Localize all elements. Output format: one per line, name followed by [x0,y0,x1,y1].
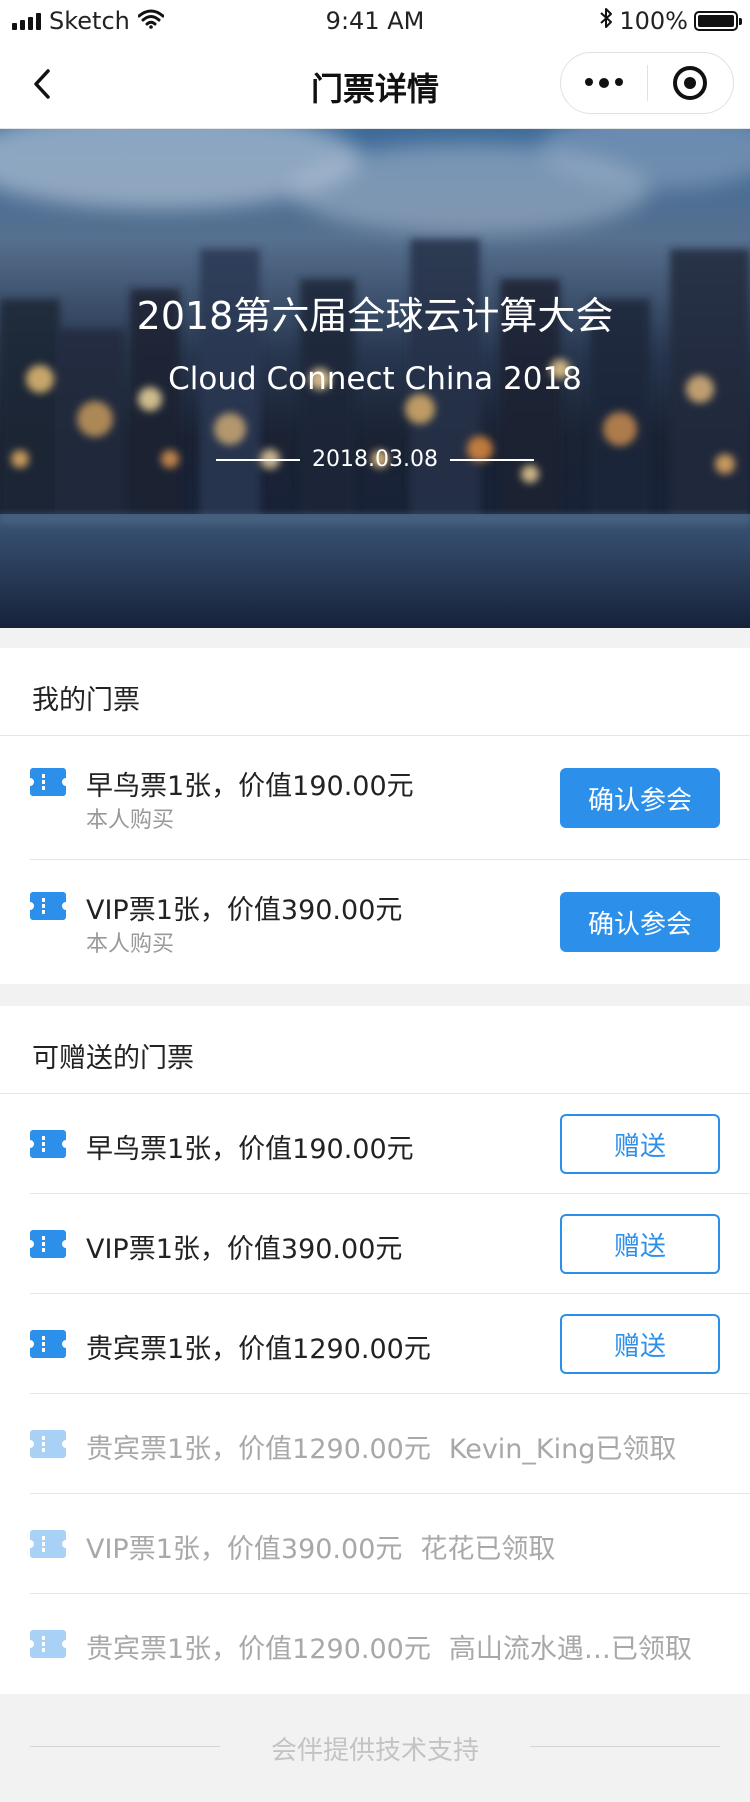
close-app-button[interactable] [648,53,734,113]
ticket-purchase-note: 本人购买 [86,932,175,957]
battery-percent: 100% [619,7,688,35]
tech-support-note: 会伴提供技术支持 [270,1736,479,1766]
received-ticket-row: VIP票1张，价值390.00元 花花已领取 [0,1494,750,1594]
ticket-icon [30,1630,66,1658]
ticket-icon [30,1130,66,1158]
footer-divider-right [530,1746,720,1747]
gift-ticket-row: VIP票1张，价值390.00元 赠送 [0,1194,750,1294]
gift-button[interactable]: 赠送 [560,1214,720,1274]
status-bar: Sketch 9:41 AM 100% [0,0,750,40]
ticket-icon [30,1530,66,1558]
date-divider-right [449,458,534,461]
ticket-icon [30,892,66,920]
more-icon [584,78,623,88]
gift-button[interactable]: 赠送 [560,1314,720,1374]
gift-button[interactable]: 赠送 [560,1114,720,1174]
more-button[interactable] [561,53,647,113]
giftable-tickets-section: 可赠送的门票 早鸟票1张，价值190.00元 赠送 VIP票1张，价值390.0… [0,1006,750,1694]
ticket-label: VIP票1张，价值390.00元 [86,1534,403,1565]
ticket-purchase-note: 本人购买 [86,808,175,833]
ticket-row: VIP票1张，价值390.00元 本人购买 确认参会 [0,860,750,984]
claimed-status: 高山流水遇…已领取 [448,1634,692,1665]
ticket-label: 早鸟票1张，价值190.00元 [86,1134,414,1165]
ticket-icon [30,1430,66,1458]
event-title: 2018第六届全球云计算大会 [136,294,614,338]
ticket-label: 贵宾票1张，价值1290.00元 [86,1634,431,1665]
my-tickets-section: 我的门票 早鸟票1张，价值190.00元 本人购买 确认参会 VIP票1张，价值… [0,648,750,984]
ticket-label: 贵宾票1张，价值1290.00元 [86,1334,431,1365]
ticket-icon [30,1330,66,1358]
giftable-tickets-header: 可赠送的门票 [0,1006,750,1094]
target-icon [673,66,708,100]
claimed-status: 花花已领取 [420,1534,556,1565]
nav-bar: 门票详情 [0,40,750,129]
confirm-attend-button[interactable]: 确认参会 [560,768,720,828]
received-ticket-row: 贵宾票1张，价值1290.00元 Kevin_King已领取 [0,1394,750,1494]
section-title: 我的门票 [32,685,140,716]
mini-program-capsule [560,52,734,114]
section-title: 可赠送的门票 [32,1043,194,1074]
bluetooth-icon [599,7,613,35]
confirm-attend-button[interactable]: 确认参会 [560,892,720,952]
footer: 会伴提供技术支持 [0,1694,750,1802]
ticket-label: 贵宾票1张，价值1290.00元 [86,1434,431,1465]
gift-ticket-row: 早鸟票1张，价值190.00元 赠送 [0,1094,750,1194]
ticket-label: VIP票1张，价值390.00元 [86,895,403,926]
claimed-status: Kevin_King已领取 [448,1434,677,1465]
my-tickets-header: 我的门票 [0,648,750,736]
received-ticket-row: 贵宾票1张，价值1290.00元 高山流水遇…已领取 [0,1594,750,1694]
battery-icon [694,11,742,31]
ticket-label: VIP票1张，价值390.00元 [86,1234,403,1265]
ticket-detail-page: Sketch 9:41 AM 100% 门票详情 2018第六届全球云计算大会 … [0,0,750,1802]
event-date: 2018.03.08 [312,447,438,472]
event-subtitle: Cloud Connect China 2018 [168,361,582,397]
ticket-icon [30,768,66,796]
event-date-row: 2018.03.08 [0,447,750,472]
gift-ticket-row: 贵宾票1张，价值1290.00元 赠送 [0,1294,750,1394]
ticket-label: 早鸟票1张，价值190.00元 [86,771,414,802]
event-banner: 2018第六届全球云计算大会 Cloud Connect China 2018 … [0,129,750,628]
ticket-icon [30,1230,66,1258]
date-divider-left [216,458,301,461]
ticket-row: 早鸟票1张，价值190.00元 本人购买 确认参会 [0,736,750,860]
